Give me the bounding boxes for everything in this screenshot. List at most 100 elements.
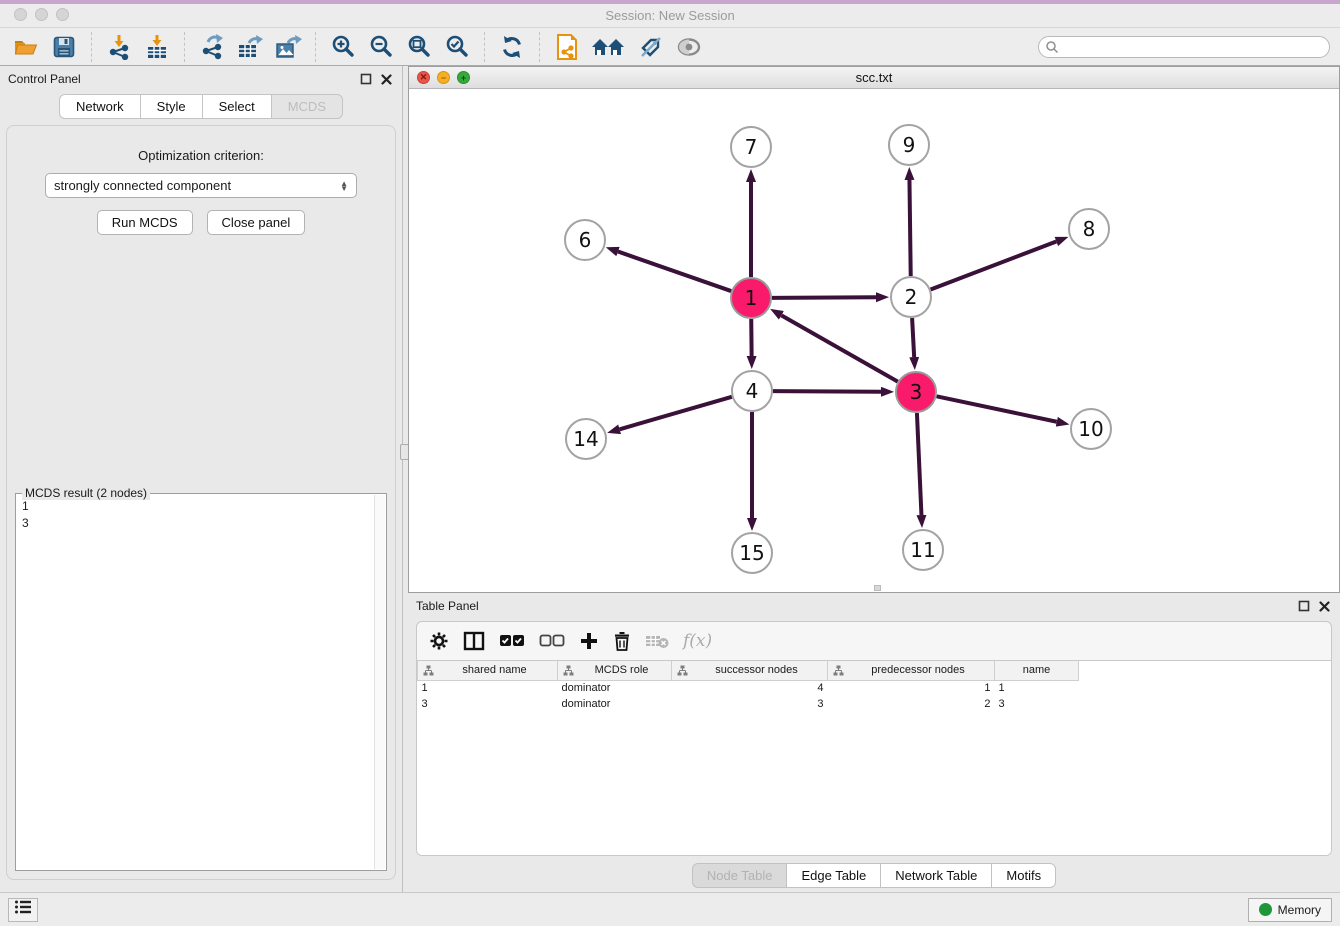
zoom-fit-icon[interactable] bbox=[403, 32, 435, 62]
tab-node-table[interactable]: Node Table bbox=[692, 863, 787, 888]
hide-labels-icon[interactable] bbox=[635, 32, 667, 62]
graph-edge-4-3[interactable] bbox=[773, 391, 881, 392]
close-panel-icon[interactable] bbox=[378, 71, 394, 87]
table-container: f(x) shared name MCDS role succe bbox=[416, 621, 1332, 856]
graph-edge-2-8[interactable] bbox=[931, 241, 1057, 289]
graph-node-15[interactable]: 15 bbox=[731, 532, 773, 574]
mcds-result-list[interactable]: 1 3 bbox=[22, 498, 374, 869]
gear-icon[interactable] bbox=[429, 631, 449, 651]
cell-name[interactable]: 1 bbox=[995, 680, 1079, 696]
graph-node-10[interactable]: 10 bbox=[1070, 408, 1112, 450]
delete-table-icon[interactable] bbox=[645, 632, 669, 650]
tab-edge-table[interactable]: Edge Table bbox=[786, 863, 880, 888]
delete-column-icon[interactable] bbox=[613, 631, 631, 651]
graph-node-3[interactable]: 3 bbox=[895, 371, 937, 413]
zoom-window-icon[interactable] bbox=[56, 8, 69, 21]
criterion-value: strongly connected component bbox=[54, 178, 231, 193]
table-row[interactable]: 3 dominator 3 2 3 bbox=[418, 696, 1079, 712]
task-history-button[interactable] bbox=[8, 898, 38, 922]
graph-node-2[interactable]: 2 bbox=[890, 276, 932, 318]
cell-shared-name[interactable]: 1 bbox=[418, 680, 558, 696]
graph-edge-3-1[interactable] bbox=[781, 315, 897, 381]
cell-successor-nodes[interactable]: 3 bbox=[672, 696, 828, 712]
show-graphics-details-icon[interactable] bbox=[673, 32, 705, 62]
tab-network[interactable]: Network bbox=[59, 94, 140, 119]
graph-edge-3-10[interactable] bbox=[937, 396, 1057, 421]
import-table-icon[interactable] bbox=[141, 32, 173, 62]
cell-shared-name[interactable]: 3 bbox=[418, 696, 558, 712]
network-minimize-icon[interactable]: − bbox=[437, 71, 450, 84]
float-panel-icon[interactable] bbox=[358, 71, 374, 87]
mcds-result-scrollbar[interactable] bbox=[374, 495, 385, 869]
traffic-lights bbox=[14, 8, 69, 21]
close-window-icon[interactable] bbox=[14, 8, 27, 21]
export-image-icon[interactable] bbox=[272, 32, 304, 62]
cell-successor-nodes[interactable]: 4 bbox=[672, 680, 828, 696]
cell-predecessor-nodes[interactable]: 2 bbox=[828, 696, 995, 712]
table-panel: Table Panel bbox=[408, 593, 1340, 892]
zoom-selected-icon[interactable] bbox=[441, 32, 473, 62]
main-toolbar bbox=[0, 28, 1340, 66]
cell-mcds-role[interactable]: dominator bbox=[558, 680, 672, 696]
toolbar-separator bbox=[315, 32, 316, 62]
graph-node-9[interactable]: 9 bbox=[888, 124, 930, 166]
close-panel-button[interactable]: Close panel bbox=[207, 210, 306, 235]
network-close-icon[interactable]: ✕ bbox=[417, 71, 430, 84]
cell-predecessor-nodes[interactable]: 1 bbox=[828, 680, 995, 696]
toolbar-separator bbox=[484, 32, 485, 62]
graph-node-14[interactable]: 14 bbox=[565, 418, 607, 460]
graph-node-1[interactable]: 1 bbox=[730, 277, 772, 319]
export-network-icon[interactable] bbox=[196, 32, 228, 62]
run-mcds-button[interactable]: Run MCDS bbox=[97, 210, 193, 235]
tab-network-table[interactable]: Network Table bbox=[880, 863, 991, 888]
graph-node-11[interactable]: 11 bbox=[902, 529, 944, 571]
function-builder-icon[interactable]: f(x) bbox=[683, 631, 712, 651]
table-row[interactable]: 1 dominator 4 1 1 bbox=[418, 680, 1079, 696]
search-container bbox=[1038, 36, 1330, 58]
network-resize-grip[interactable] bbox=[874, 585, 881, 591]
minimize-window-icon[interactable] bbox=[35, 8, 48, 21]
tab-style[interactable]: Style bbox=[140, 94, 202, 119]
graph-node-7[interactable]: 7 bbox=[730, 126, 772, 168]
graph-node-8[interactable]: 8 bbox=[1068, 208, 1110, 250]
graph-edge-2-3[interactable] bbox=[912, 318, 914, 357]
select-all-columns-icon[interactable] bbox=[499, 634, 525, 648]
network-canvas[interactable]: 7 9 6 8 1 2 4 3 14 10 15 11 bbox=[409, 89, 1339, 592]
add-column-icon[interactable] bbox=[579, 631, 599, 651]
deselect-all-columns-icon[interactable] bbox=[539, 634, 565, 648]
open-session-icon[interactable] bbox=[10, 32, 42, 62]
graph-edge-1-2[interactable] bbox=[772, 297, 876, 298]
tab-mcds[interactable]: MCDS bbox=[271, 94, 343, 119]
graph-node-6[interactable]: 6 bbox=[564, 219, 606, 261]
close-table-panel-icon[interactable] bbox=[1316, 598, 1332, 614]
home-layout-icon[interactable] bbox=[589, 32, 629, 62]
tab-select[interactable]: Select bbox=[202, 94, 271, 119]
save-session-icon[interactable] bbox=[48, 32, 80, 62]
tab-motifs[interactable]: Motifs bbox=[991, 863, 1056, 888]
graph-edge-1-6[interactable] bbox=[618, 252, 731, 292]
memory-button[interactable]: Memory bbox=[1248, 898, 1332, 922]
column-header-shared-name[interactable]: shared name bbox=[418, 661, 558, 680]
column-header-predecessor-nodes[interactable]: predecessor nodes bbox=[828, 661, 995, 680]
cell-name[interactable]: 3 bbox=[995, 696, 1079, 712]
export-table-icon[interactable] bbox=[234, 32, 266, 62]
search-input[interactable] bbox=[1038, 36, 1330, 58]
graph-edge-2-9[interactable] bbox=[909, 180, 910, 276]
new-network-from-selection-icon[interactable] bbox=[551, 32, 583, 62]
graph-edge-3-11[interactable] bbox=[917, 413, 922, 515]
import-network-icon[interactable] bbox=[103, 32, 135, 62]
split-columns-icon[interactable] bbox=[463, 631, 485, 651]
criterion-select[interactable]: strongly connected component ▲▼ bbox=[45, 173, 357, 198]
graph-node-4[interactable]: 4 bbox=[731, 370, 773, 412]
network-maximize-icon[interactable]: + bbox=[457, 71, 470, 84]
column-header-name[interactable]: name bbox=[995, 661, 1079, 680]
zoom-in-icon[interactable] bbox=[327, 32, 359, 62]
zoom-out-icon[interactable] bbox=[365, 32, 397, 62]
cell-mcds-role[interactable]: dominator bbox=[558, 696, 672, 712]
column-header-successor-nodes[interactable]: successor nodes bbox=[672, 661, 828, 680]
optimization-criterion-label: Optimization criterion: bbox=[15, 148, 387, 163]
refresh-icon[interactable] bbox=[496, 32, 528, 62]
float-table-panel-icon[interactable] bbox=[1296, 598, 1312, 614]
column-header-mcds-role[interactable]: MCDS role bbox=[558, 661, 672, 680]
graph-edge-4-14[interactable] bbox=[620, 397, 732, 429]
